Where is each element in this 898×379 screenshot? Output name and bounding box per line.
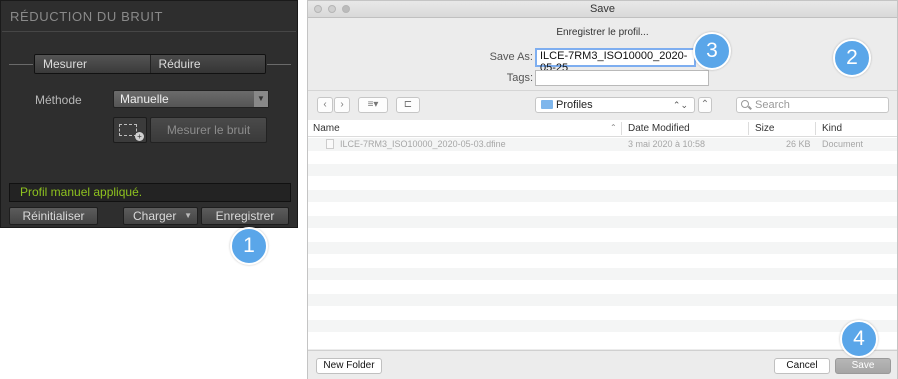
load-button[interactable]: Charger ▼ [123, 207, 198, 225]
tab-reduire[interactable]: Réduire [150, 55, 265, 73]
toolbar-divider [308, 90, 897, 91]
add-measure-area-button[interactable]: + [113, 117, 147, 143]
cancel-button[interactable]: Cancel [774, 358, 830, 374]
file-date: 3 mai 2020 à 10:58 [628, 139, 706, 149]
view-options-button[interactable]: ≡▾ [358, 97, 388, 113]
tab-mesurer[interactable]: Mesurer [35, 55, 151, 73]
method-label: Méthode [35, 93, 82, 107]
folder-icon [541, 100, 553, 109]
measure-noise-button[interactable]: Mesurer le bruit [150, 117, 267, 143]
column-name[interactable]: Name [313, 123, 340, 134]
file-size: 26 KB [786, 139, 811, 149]
column-date[interactable]: Date Modified [628, 123, 690, 134]
save-as-label: Save As: [489, 51, 533, 63]
dialog-bottom-bar: New Folder Cancel Save [308, 350, 897, 379]
column-kind[interactable]: Kind [822, 123, 842, 134]
row-stripe [308, 164, 897, 176]
status-message: Profil manuel appliqué. [9, 183, 291, 202]
document-icon [326, 139, 334, 149]
dialog-prompt: Enregistrer le profil... [556, 27, 649, 38]
method-select[interactable]: Manuelle ▼ [113, 90, 269, 108]
row-stripe [308, 320, 897, 332]
tags-field[interactable] [535, 70, 709, 86]
plus-icon: + [135, 132, 144, 141]
sort-ascending-icon: ⌃ [610, 123, 617, 132]
reset-button[interactable]: Réinitialiser [9, 207, 98, 225]
column-size[interactable]: Size [755, 123, 774, 134]
file-name: ILCE-7RM3_ISO10000_2020-05-03.dfine [340, 139, 506, 149]
column-divider [815, 122, 816, 135]
screenshot-root: RÉDUCTION DU BRUIT Mesurer Réduire Métho… [0, 0, 898, 379]
dialog-title: Save [589, 3, 616, 15]
search-icon [741, 100, 749, 108]
collapse-button[interactable]: ⌃ [698, 97, 712, 113]
file-kind: Document [822, 139, 864, 149]
new-folder-icon[interactable]: ⊏ [396, 97, 420, 113]
segment-line-left [9, 64, 33, 65]
save-button[interactable]: Save [835, 358, 891, 374]
updown-chevron-icon: ⌃⌄ [672, 100, 688, 110]
search-placeholder: Search [755, 99, 790, 111]
load-button-label: Charger [133, 209, 177, 223]
step-badge-3: 3 [693, 32, 731, 70]
row-stripe [308, 294, 897, 306]
noise-reduction-panel: RÉDUCTION DU BRUIT Mesurer Réduire Métho… [0, 0, 298, 228]
search-field[interactable]: Search [736, 97, 889, 113]
method-select-value: Manuelle [120, 92, 169, 106]
segment-line-right [267, 64, 291, 65]
back-button[interactable]: ‹ [317, 97, 333, 113]
step-badge-2: 2 [833, 39, 871, 77]
row-stripe [308, 216, 897, 228]
chevron-down-icon: ▼ [184, 211, 192, 220]
step-badge-4: 4 [840, 320, 878, 358]
row-stripe [308, 268, 897, 280]
mode-segmented-control: Mesurer Réduire [34, 54, 266, 74]
panel-divider [2, 31, 296, 32]
tags-label: Tags: [506, 72, 533, 84]
row-stripe [308, 242, 897, 254]
save-dialog: Save Enregistrer le profil... Save As: I… [307, 0, 898, 379]
file-list-header: Name ⌃ Date Modified Size Kind [308, 120, 897, 137]
forward-button[interactable]: › [334, 97, 350, 113]
row-stripe [308, 190, 897, 202]
panel-title: RÉDUCTION DU BRUIT [10, 9, 164, 24]
location-popup[interactable]: Profiles ⌃⌄ [535, 97, 695, 113]
dialog-titlebar: Save [308, 1, 897, 18]
column-divider [621, 122, 622, 135]
chevron-down-icon: ▼ [254, 91, 268, 107]
column-divider [748, 122, 749, 135]
new-folder-button[interactable]: New Folder [316, 358, 382, 374]
save-profile-button[interactable]: Enregistrer [201, 207, 289, 225]
file-list: Name ⌃ Date Modified Size Kind ILCE-7RM3… [308, 120, 897, 349]
location-label: Profiles [556, 99, 593, 111]
step-badge-1: 1 [230, 227, 268, 265]
file-row[interactable]: ILCE-7RM3_ISO10000_2020-05-03.dfine 3 ma… [308, 138, 897, 151]
save-as-field[interactable]: ILCE-7RM3_ISO10000_2020-05-25 [535, 48, 696, 74]
